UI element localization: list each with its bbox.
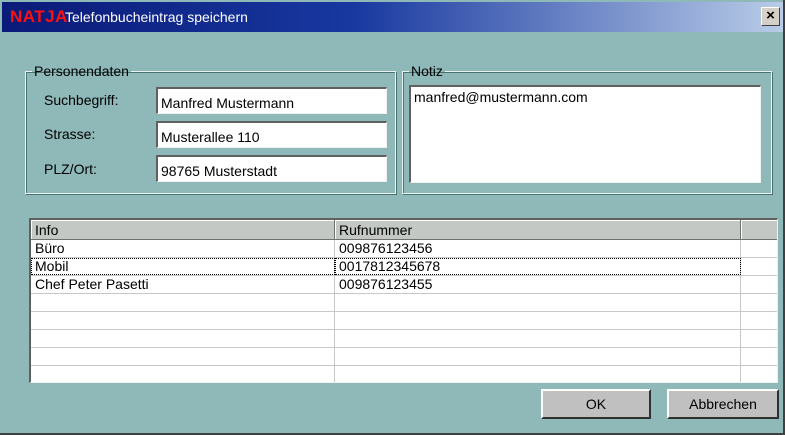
cell-rufnummer xyxy=(335,312,741,329)
plz-ort-label: PLZ/Ort: xyxy=(44,161,97,177)
cell-rufnummer: 009876123456 xyxy=(335,240,741,257)
cell-info xyxy=(31,312,335,329)
cell-rufnummer xyxy=(335,294,741,311)
cell-rufnummer: 0017812345678 xyxy=(335,258,741,275)
close-icon: × xyxy=(766,7,775,24)
phone-table[interactable]: Info Rufnummer Büro 009876123456 Mobil 0… xyxy=(29,218,778,383)
cell-info: Büro xyxy=(31,240,335,257)
suchbegriff-label: Suchbegriff: xyxy=(44,92,119,108)
cell-info xyxy=(31,294,335,311)
table-row[interactable]: Büro 009876123456 xyxy=(31,240,777,258)
notiz-legend: Notiz xyxy=(411,63,443,79)
suchbegriff-field[interactable] xyxy=(156,87,387,114)
cell-info: Chef Peter Pasetti xyxy=(31,276,335,293)
dialog-window: NATJA Telefonbucheintrag speichern × Per… xyxy=(0,0,785,435)
strasse-label: Strasse: xyxy=(44,126,96,142)
table-row[interactable]: Chef Peter Pasetti 009876123455 xyxy=(31,276,777,294)
personendaten-legend: Personendaten xyxy=(34,63,129,79)
cancel-button[interactable]: Abbrechen xyxy=(667,389,779,419)
table-header: Info Rufnummer xyxy=(31,220,777,240)
close-button[interactable]: × xyxy=(761,7,780,26)
window-title: Telefonbucheintrag speichern xyxy=(65,9,248,25)
brand-logo: NATJA xyxy=(10,7,68,26)
cell-rufnummer: 009876123455 xyxy=(335,276,741,293)
table-row-empty[interactable] xyxy=(31,330,777,348)
plz-ort-field[interactable] xyxy=(156,155,387,182)
cell-info xyxy=(31,366,335,382)
column-header-info[interactable]: Info xyxy=(31,220,335,240)
table-row-empty[interactable] xyxy=(31,294,777,312)
table-row-empty[interactable] xyxy=(31,366,777,382)
ok-button[interactable]: OK xyxy=(541,389,651,419)
table-row[interactable]: Mobil 0017812345678 xyxy=(31,258,777,276)
cell-rufnummer xyxy=(335,366,741,382)
table-row-empty[interactable] xyxy=(31,348,777,366)
notiz-field[interactable]: manfred@mustermann.com xyxy=(409,85,761,183)
cell-info xyxy=(31,330,335,347)
cell-rufnummer xyxy=(335,330,741,347)
cell-rufnummer xyxy=(335,348,741,365)
table-row-empty[interactable] xyxy=(31,312,777,330)
cell-info xyxy=(31,348,335,365)
column-header-empty xyxy=(741,220,777,240)
strasse-field[interactable] xyxy=(156,121,387,148)
title-bar[interactable]: NATJA Telefonbucheintrag speichern × xyxy=(2,2,783,32)
column-header-rufnummer[interactable]: Rufnummer xyxy=(335,220,741,240)
cell-info: Mobil xyxy=(31,258,335,275)
